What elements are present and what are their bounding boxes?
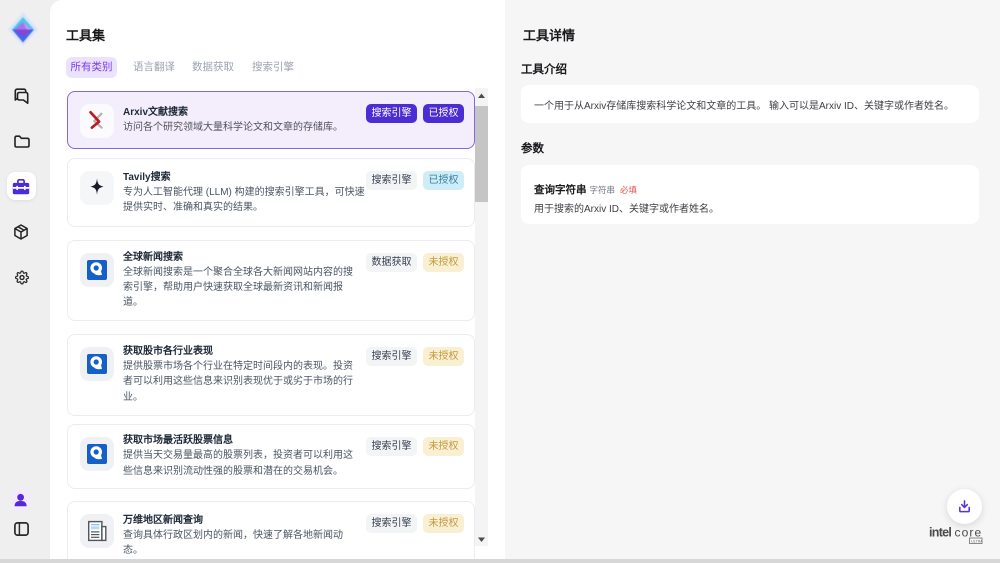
svg-text:intel: intel bbox=[929, 526, 951, 540]
svg-text:ULTRA: ULTRA bbox=[971, 540, 983, 544]
svg-text:core: core bbox=[955, 526, 983, 540]
